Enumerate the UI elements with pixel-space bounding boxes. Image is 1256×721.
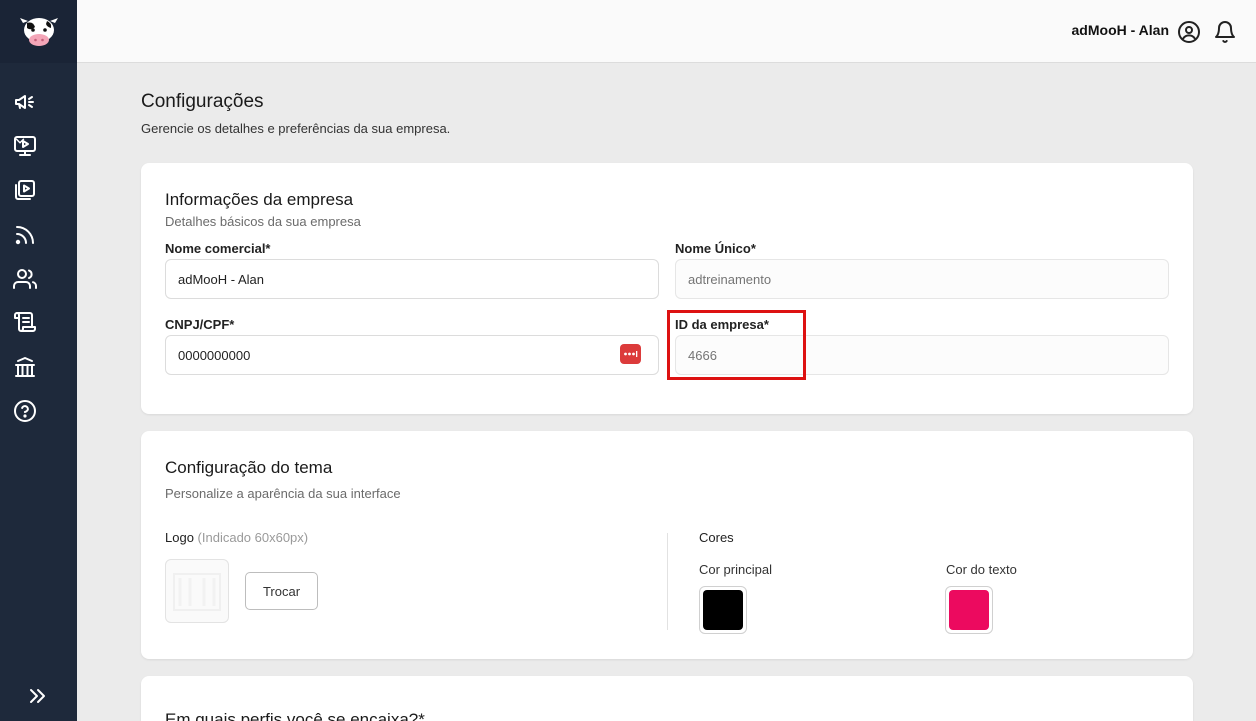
sidebar-item-contracts[interactable]: [0, 302, 77, 342]
chevron-down-icon: [15, 138, 25, 144]
company-info-title: Informações da empresa: [165, 190, 354, 209]
password-manager-icon[interactable]: [620, 344, 641, 364]
app-logo[interactable]: [0, 0, 77, 63]
logo-preview[interactable]: [165, 559, 229, 623]
notification-bell-icon[interactable]: [1213, 20, 1237, 44]
trade-name-label: Nome comercial*: [165, 241, 271, 256]
company-id-input[interactable]: [675, 335, 1169, 375]
logo-placeholder-image: [173, 573, 221, 611]
unique-name-label: Nome Único*: [675, 241, 756, 256]
user-name[interactable]: adMooH - Alan: [1072, 22, 1169, 38]
theme-card: Configuração do tema Personalize a aparê…: [141, 431, 1193, 659]
sidebar-item-screens[interactable]: [0, 126, 77, 166]
unique-name-input[interactable]: [675, 259, 1169, 299]
sidebar-item-media[interactable]: [0, 170, 77, 210]
company-id-label: ID da empresa*: [675, 317, 769, 332]
vertical-divider: [667, 533, 668, 630]
profiles-card: Em quais perfis você se encaixa?*: [141, 676, 1193, 721]
colors-heading: Cores: [699, 530, 734, 545]
company-info-card: Informações da empresa Detalhes básicos …: [141, 163, 1193, 414]
sidebar-item-campaigns[interactable]: [0, 82, 77, 122]
user-profile-icon[interactable]: [1177, 20, 1201, 44]
primary-color-label: Cor principal: [699, 562, 772, 577]
logo-label-text: Logo: [165, 530, 194, 545]
text-color-label: Cor do texto: [946, 562, 1017, 577]
sidebar-item-feeds[interactable]: [0, 215, 77, 255]
page-title: Configurações: [141, 91, 264, 112]
company-info-subtitle: Detalhes básicos da sua empresa: [165, 214, 361, 229]
sidebar-item-help[interactable]: [0, 391, 77, 431]
cnpj-label: CNPJ/CPF*: [165, 317, 235, 332]
profiles-title: Em quais perfis você se encaixa?*: [165, 710, 425, 721]
cow-logo-icon: [19, 17, 58, 46]
scroll-icon: [14, 312, 36, 332]
text-color-fill: [949, 590, 989, 630]
topbar: adMooH - Alan: [77, 0, 1256, 63]
trade-name-input[interactable]: [165, 259, 659, 299]
theme-title: Configuração do tema: [165, 458, 333, 477]
theme-subtitle: Personalize a aparência da sua interface: [165, 486, 401, 501]
logo-label: Logo (Indicado 60x60px): [165, 530, 308, 545]
primary-color-swatch[interactable]: [699, 586, 747, 634]
sidebar: [0, 0, 77, 721]
megaphone-icon: [15, 95, 34, 109]
video-library-icon: [15, 180, 35, 200]
help-icon: [14, 400, 36, 422]
logo-size-hint: (Indicado 60x60px): [197, 530, 309, 545]
swap-logo-button[interactable]: Trocar: [245, 572, 318, 610]
users-icon: [13, 269, 37, 289]
bank-icon: [15, 357, 35, 377]
rss-feed-icon: [15, 226, 34, 245]
page-subtitle: Gerencie os detalhes e preferências da s…: [141, 121, 451, 136]
double-chevron-right-icon[interactable]: [26, 684, 50, 708]
text-color-swatch[interactable]: [945, 586, 993, 634]
primary-color-fill: [703, 590, 743, 630]
cnpj-input[interactable]: [165, 335, 659, 375]
sidebar-item-finance[interactable]: [0, 347, 77, 387]
sidebar-item-users[interactable]: [0, 259, 77, 299]
